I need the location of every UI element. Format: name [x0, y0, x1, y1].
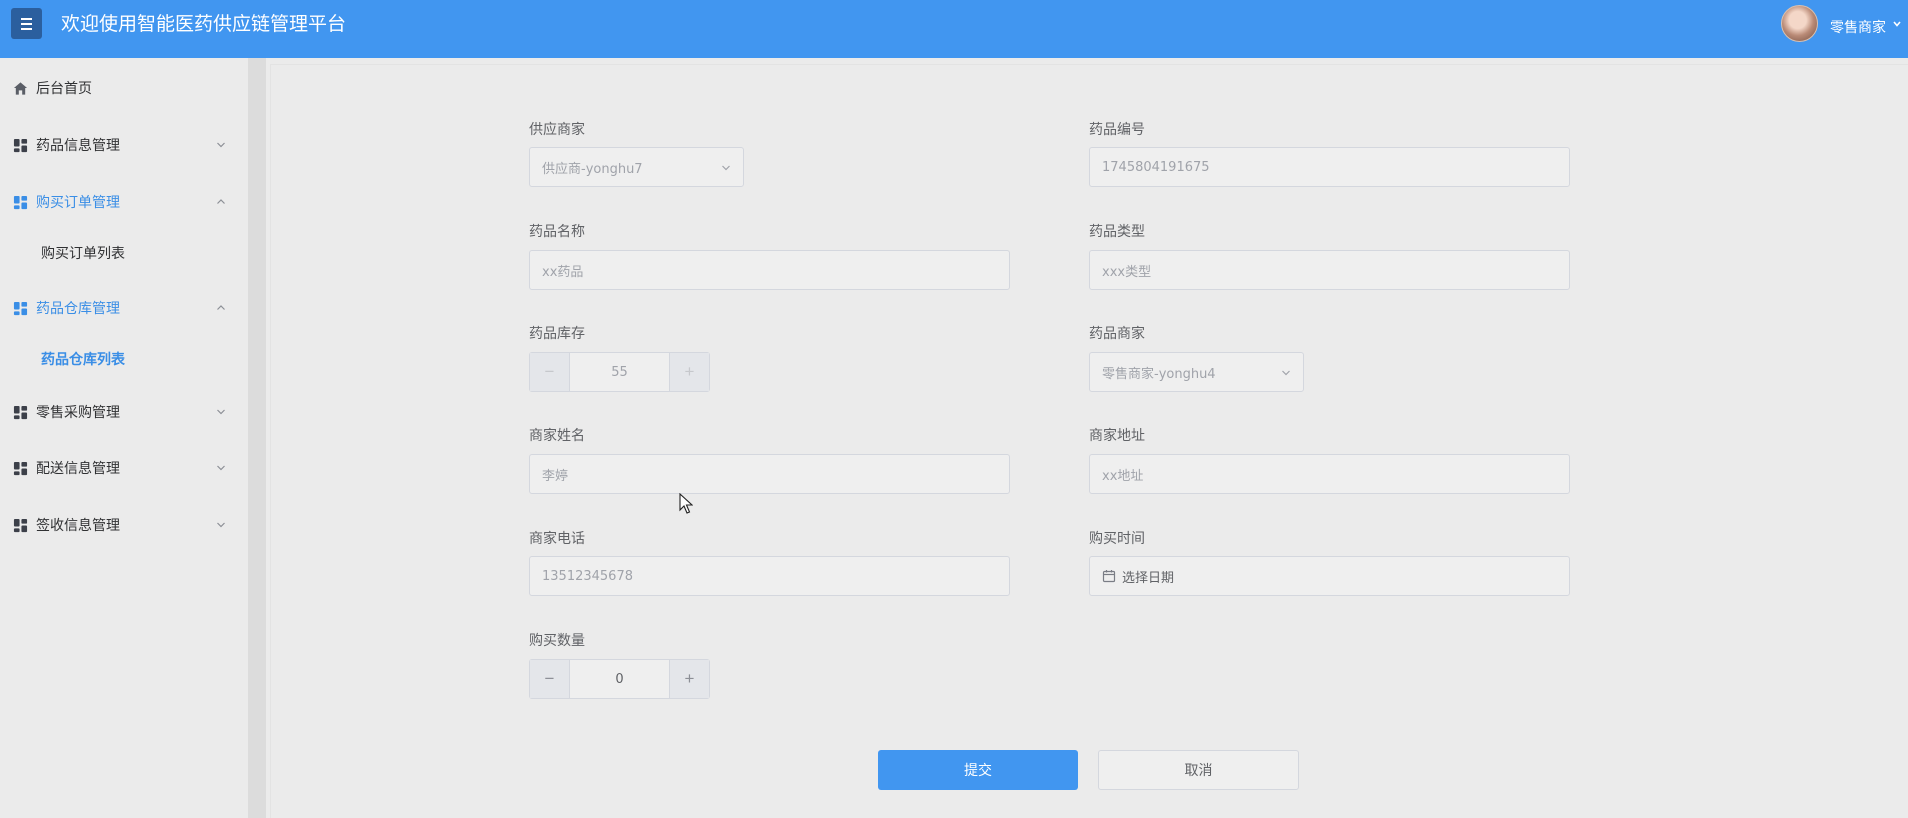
sidebar-item-label: 签收信息管理: [36, 518, 120, 534]
chevron-down-icon: [217, 522, 225, 528]
drug-name-placeholder: xx药品: [542, 264, 584, 280]
merchant-name-value: 李婷: [542, 468, 569, 484]
sidebar-scrollbar[interactable]: [248, 58, 266, 818]
stock-stepper[interactable]: − 55 +: [529, 352, 710, 392]
drug-code-value: 1745804191675: [1102, 159, 1210, 175]
sidebar-subitem-warehouse-list[interactable]: 药品仓库列表: [0, 339, 248, 379]
merchant-name-label: 商家姓名: [529, 428, 585, 444]
drug-name-label: 药品名称: [529, 224, 585, 240]
supplier-label: 供应商家: [529, 122, 585, 138]
sidebar-item-label: 药品仓库列表: [41, 352, 125, 368]
purchase-time-picker[interactable]: 选择日期: [1089, 556, 1570, 596]
supplier-select[interactable]: 供应商-yonghu7: [529, 147, 744, 187]
supplier-value: 供应商-yonghu7: [542, 161, 643, 177]
drug-type-placeholder: xxx类型: [1102, 264, 1152, 280]
merchant-address-label: 商家地址: [1089, 428, 1145, 444]
sidebar-item-label: 配送信息管理: [36, 461, 120, 477]
sidebar-item-label: 零售采购管理: [36, 405, 120, 421]
sidebar-item-purchase-orders[interactable]: 购买订单管理: [0, 182, 248, 222]
sidebar-item-delivery[interactable]: 配送信息管理: [0, 448, 248, 488]
sidebar-item-warehouse[interactable]: 药品仓库管理: [0, 288, 248, 328]
minus-icon[interactable]: −: [530, 353, 570, 391]
stock-value[interactable]: 55: [570, 353, 669, 391]
home-icon: [13, 81, 28, 95]
drug-type-label: 药品类型: [1089, 224, 1145, 240]
dashboard-icon: [13, 195, 28, 209]
minus-icon[interactable]: −: [530, 660, 570, 698]
sidebar-item-label: 药品仓库管理: [36, 301, 120, 317]
submit-button[interactable]: 提交: [878, 750, 1078, 790]
chevron-up-icon: [217, 199, 225, 204]
cancel-button[interactable]: 取消: [1098, 750, 1299, 790]
purchase-time-placeholder: 选择日期: [1122, 570, 1175, 586]
plus-icon[interactable]: +: [669, 660, 709, 698]
chevron-down-icon: [1282, 370, 1290, 376]
drug-name-input[interactable]: xx药品: [529, 250, 1010, 290]
merchant-address-placeholder: xx地址: [1102, 468, 1144, 484]
chevron-down-icon: [217, 409, 225, 415]
merchant-phone-label: 商家电话: [529, 531, 585, 547]
chevron-up-icon: [217, 305, 225, 310]
merchant-value: 零售商家-yonghu4: [1102, 366, 1216, 382]
quantity-stepper[interactable]: − 0 +: [529, 659, 710, 699]
drug-code-input[interactable]: 1745804191675: [1089, 147, 1570, 187]
drug-type-input[interactable]: xxx类型: [1089, 250, 1570, 290]
chevron-down-icon: [217, 142, 225, 148]
merchant-phone-value: 13512345678: [542, 568, 633, 584]
user-name[interactable]: 零售商家: [1830, 17, 1886, 37]
sidebar-item-label: 购买订单管理: [36, 195, 120, 211]
top-bar: 欢迎使用智能医药供应链管理平台 零售商家: [0, 0, 1908, 58]
mouse-cursor-icon: [679, 493, 693, 514]
sidebar-item-label: 药品信息管理: [36, 138, 120, 154]
merchant-phone-input[interactable]: 13512345678: [529, 556, 1010, 596]
merchant-address-input[interactable]: xx地址: [1089, 454, 1570, 494]
chevron-down-icon: [217, 465, 225, 471]
sidebar-item-drug-info[interactable]: 药品信息管理: [0, 125, 248, 165]
chevron-down-icon: [722, 165, 730, 171]
sidebar-subitem-order-list[interactable]: 购买订单列表: [0, 233, 248, 273]
sidebar-item-receipt[interactable]: 签收信息管理: [0, 505, 248, 545]
quantity-value[interactable]: 0: [570, 660, 669, 698]
dashboard-icon: [13, 301, 28, 315]
dashboard-icon: [13, 518, 28, 532]
sidebar: 后台首页 药品信息管理 购买订单管理 购买订单列表 药品仓库管理 药品仓库列表 …: [0, 58, 248, 818]
quantity-label: 购买数量: [529, 633, 585, 649]
plus-icon[interactable]: +: [669, 353, 709, 391]
calendar-icon: [1102, 570, 1116, 583]
dashboard-icon: [13, 138, 28, 152]
chevron-down-icon[interactable]: [1892, 19, 1902, 29]
merchant-name-input[interactable]: 李婷: [529, 454, 1010, 494]
hamburger-menu-icon[interactable]: [11, 8, 42, 39]
dashboard-icon: [13, 461, 28, 475]
sidebar-item-home[interactable]: 后台首页: [0, 68, 248, 108]
merchant-select[interactable]: 零售商家-yonghu4: [1089, 352, 1304, 392]
drug-code-label: 药品编号: [1089, 122, 1145, 138]
stock-label: 药品库存: [529, 326, 585, 342]
sidebar-item-retail-purchase[interactable]: 零售采购管理: [0, 392, 248, 432]
dashboard-icon: [13, 405, 28, 419]
sidebar-item-label: 购买订单列表: [41, 246, 125, 262]
user-avatar[interactable]: [1781, 5, 1818, 42]
sidebar-item-label: 后台首页: [36, 81, 92, 97]
app-title: 欢迎使用智能医药供应链管理平台: [61, 13, 347, 35]
merchant-label: 药品商家: [1089, 326, 1145, 342]
purchase-time-label: 购买时间: [1089, 531, 1145, 547]
